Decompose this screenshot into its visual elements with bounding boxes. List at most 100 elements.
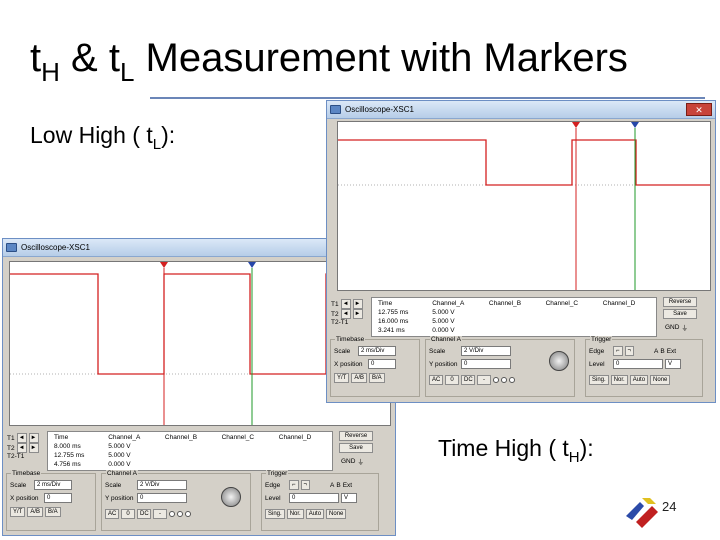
channel-a-value: 5.000 V (108, 452, 131, 459)
x-position-field[interactable]: 0 (44, 493, 72, 503)
cursor-row-label: T1 ◄ ► (7, 433, 39, 443)
trigger-source-a[interactable]: A (330, 482, 334, 489)
cursor-left-arrow-icon[interactable]: ◄ (340, 299, 351, 309)
save-button[interactable]: Save (663, 309, 697, 319)
y-t-button[interactable]: Y/T (10, 507, 26, 517)
auto-button[interactable]: Auto (629, 375, 649, 385)
y-t-button[interactable]: Y/T (334, 373, 350, 383)
trigger-source-b[interactable]: B (660, 348, 664, 355)
cursor-label: T2-T1 (331, 319, 349, 326)
cursor-t1-marker (160, 262, 168, 268)
cursor-row-label: T1 ◄ ► (331, 299, 363, 309)
timebase-scale-field[interactable]: 2 ms/Div (34, 480, 72, 490)
auto-button[interactable]: Auto (305, 509, 325, 519)
timebase-group: Timebase Scale 2 ms/Div X position 0 Y/T A/B B/… (330, 336, 420, 397)
a-b-button[interactable]: A/B (27, 507, 44, 517)
cursor-row-label: T2-T1 (331, 319, 348, 326)
cursor-right-arrow-icon[interactable]: ► (352, 309, 363, 319)
zero-coupling-button[interactable]: 0 (121, 509, 135, 519)
y-position-field[interactable]: 0 (461, 359, 511, 369)
reverse-button[interactable]: Reverse (339, 431, 373, 441)
invert-button[interactable]: - (153, 509, 167, 519)
time-value: 16.000 ms (378, 318, 409, 325)
b-a-button[interactable]: B/A (45, 507, 61, 517)
trigger-level-field[interactable]: 0 (289, 493, 339, 503)
b-a-button[interactable]: B/A (369, 373, 385, 383)
single-button[interactable]: Sing. (265, 509, 285, 519)
oscilloscope-window-2[interactable]: Oscilloscope-XSC1 ✕ T1 ◄ ► T2 ◄ ► T2-T1 Time Cha… (326, 100, 716, 403)
reverse-button[interactable]: Reverse (663, 297, 697, 307)
gnd-control[interactable]: GND ⏚ (665, 322, 688, 333)
rising-edge-icon[interactable]: ⌐ (613, 346, 623, 356)
ac-coupling-button[interactable]: AC (105, 509, 119, 519)
cursor-label: T2-T1 (7, 453, 25, 460)
channel-radio[interactable] (169, 511, 175, 517)
measurement-table: Time Channel_A Channel_B Channel_C Channel_D… (371, 297, 657, 337)
trigger-source-b[interactable]: B (336, 482, 340, 489)
measurement-header: Time (378, 300, 393, 307)
normal-button[interactable]: Nor. (286, 509, 304, 519)
timebase-label: Timebase (335, 336, 366, 343)
cursor-left-arrow-icon[interactable]: ◄ (340, 309, 351, 319)
trigger-ext[interactable]: Ext (667, 348, 676, 355)
zero-coupling-button[interactable]: 0 (445, 375, 459, 385)
dc-coupling-button[interactable]: DC (461, 375, 475, 385)
close-button[interactable]: ✕ (686, 103, 712, 116)
time-value: 3.241 ms (378, 327, 405, 334)
window-titlebar[interactable]: Oscilloscope-XSC1 ✕ (327, 101, 715, 119)
single-button[interactable]: Sing. (589, 375, 609, 385)
gnd-label: GND (341, 457, 356, 465)
rising-edge-icon[interactable]: ⌐ (289, 480, 299, 490)
university-logo-icon (626, 498, 658, 528)
gnd-control[interactable]: GND ⏚ (341, 456, 364, 467)
cursor-row-label: T2 ◄ ► (331, 309, 363, 319)
channel-radio[interactable] (185, 511, 191, 517)
none-button[interactable]: None (326, 509, 347, 519)
channel-select-knob[interactable] (221, 487, 241, 507)
measurement-header-row: Time Channel_A Channel_B Channel_C Channel_D (374, 300, 654, 307)
a-b-button[interactable]: A/B (351, 373, 368, 383)
channel-select-knob[interactable] (549, 351, 569, 371)
falling-edge-icon[interactable]: ¬ (624, 346, 635, 356)
timebase-group: Timebase Scale 2 ms/Div X position 0 Y/T A/B B/… (6, 470, 96, 531)
none-button[interactable]: None (650, 375, 671, 385)
cursor-row-label: T2-T1 (7, 453, 24, 460)
trigger-source-a[interactable]: A (654, 348, 658, 355)
cursor-right-arrow-icon[interactable]: ► (28, 433, 39, 443)
timebase-scale-label: Scale (334, 347, 351, 355)
normal-button[interactable]: Nor. (610, 375, 628, 385)
channel-radio[interactable] (177, 511, 183, 517)
cursor-right-arrow-icon[interactable]: ► (28, 443, 39, 453)
channel-radio[interactable] (493, 377, 499, 383)
trigger-label: Trigger (590, 336, 613, 343)
slide-title: tH & tL Measurement with Markers (30, 36, 628, 87)
save-button[interactable]: Save (339, 443, 373, 453)
channel-radio[interactable] (501, 377, 507, 383)
timebase-scale-field[interactable]: 2 ms/Div (358, 346, 396, 356)
channel-scale-field[interactable]: 2 V/Div (461, 346, 511, 356)
ac-coupling-button[interactable]: AC (429, 375, 443, 385)
channel-scale-field[interactable]: 2 V/Div (137, 480, 187, 490)
cursor-t1-marker (572, 122, 580, 128)
edge-label: Edge (265, 481, 281, 489)
dc-coupling-button[interactable]: DC (137, 509, 151, 519)
scope-display[interactable] (337, 121, 711, 291)
invert-button[interactable]: - (477, 375, 491, 385)
trigger-level-unit[interactable]: V (665, 359, 681, 369)
cursor-right-arrow-icon[interactable]: ► (352, 299, 363, 309)
falling-edge-icon[interactable]: ¬ (300, 480, 311, 490)
level-label: Level (589, 360, 605, 368)
cursor-left-arrow-icon[interactable]: ◄ (16, 433, 27, 443)
channel-a-value: 0.000 V (432, 327, 455, 334)
y-position-field[interactable]: 0 (137, 493, 187, 503)
trigger-level-unit[interactable]: V (341, 493, 357, 503)
trigger-ext[interactable]: Ext (343, 482, 352, 489)
table-row: 12.755 ms 5.000 V (374, 309, 654, 316)
channel-a-label: Channel A (430, 336, 462, 343)
x-position-label: X position (10, 494, 39, 502)
trigger-level-field[interactable]: 0 (613, 359, 663, 369)
cursor-left-arrow-icon[interactable]: ◄ (16, 443, 27, 453)
channel-radio[interactable] (509, 377, 515, 383)
x-position-field[interactable]: 0 (368, 359, 396, 369)
gnd-label: GND (665, 323, 680, 331)
